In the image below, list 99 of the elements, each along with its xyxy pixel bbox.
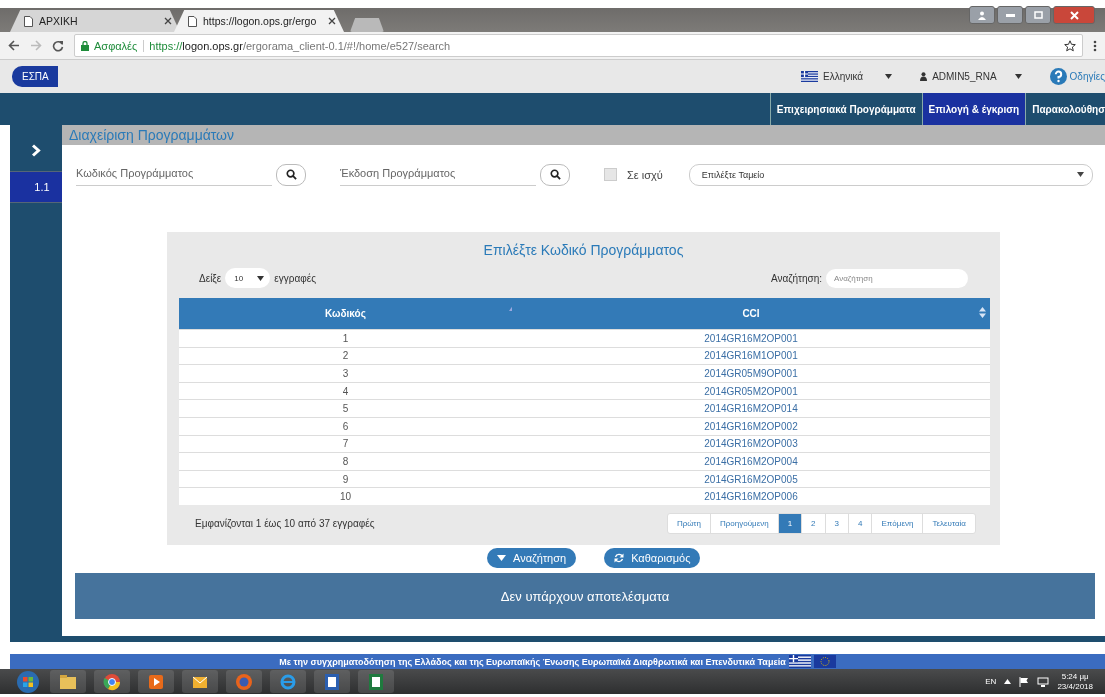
user-menu[interactable]: ADMIN5_RNA [932,71,997,82]
close-icon[interactable] [164,17,172,25]
user-icon [978,10,986,20]
footer-text: Με την συγχρηματοδότηση της Ελλάδος και της Ευρωπαϊκής Ένωσης Ευρωπαϊκά Διαρθρωτικά και Επενδυτικά Ταμεία [279,656,786,667]
refresh-icon [614,553,625,563]
back-icon[interactable] [8,40,20,51]
page-link[interactable]: Προηγούμενη [709,513,778,533]
caret-icon [1014,74,1022,79]
page-icon [188,15,197,27]
menu-icon[interactable] [1093,39,1097,52]
caret-icon [885,74,893,79]
table-cell: 1 [179,329,512,348]
entries-label: εγγραφές [274,272,316,284]
page-link[interactable]: Τελευταία [922,513,975,533]
table-cell: 7 [179,435,512,453]
table-cell: 3 [179,364,512,383]
clock-time[interactable]: 5:24 μμ [1061,671,1089,682]
language-indicator[interactable]: EN [985,677,997,686]
tray-arrow-icon[interactable] [1004,679,1012,684]
lock-icon [81,40,89,51]
search-icon [549,169,561,180]
search-button[interactable] [540,163,570,186]
column-header[interactable]: Κωδικός [179,298,512,330]
show-label: Δείξε [199,272,222,284]
page-icon [24,15,33,27]
maximize-button[interactable] [1025,6,1051,24]
table-cell: 6 [179,417,512,436]
table-cell: 8 [179,452,512,471]
flag-icon[interactable] [1019,676,1030,687]
table-cell: 5 [179,399,512,418]
table-cell: 2014GR05M2OP001 [512,382,990,400]
url-text: https://logon.ops.gr/ergorama_client-0.1/#!/home/e527/search [149,39,451,52]
table-cell: 10 [179,487,512,505]
user-icon [920,72,928,81]
program-version-field[interactable]: Έκδοση Προγράμματος [340,163,536,186]
maximize-icon [1033,11,1043,19]
sort-icon [979,307,986,318]
help-icon[interactable] [1049,68,1067,85]
secure-label: Ασφαλές [94,39,145,52]
browser-icon[interactable] [102,671,122,692]
minimize-icon [1005,13,1015,17]
column-header[interactable]: CCI [512,298,990,330]
table-cell: 2014GR16M2OP004 [512,452,990,471]
caret-icon [497,555,506,561]
checkbox-label: Σε ισχύ [627,168,663,181]
network-icon[interactable] [1037,676,1050,687]
page-link[interactable]: 1 [777,513,802,533]
caret-icon [1077,172,1084,177]
search-label: Αναζήτηση: [770,272,822,284]
search-icon [285,169,297,180]
table-cell: 2014GR16M1OP001 [512,347,990,365]
table-cell: 2014GR16M2OP003 [512,435,990,453]
close-icon [1069,10,1079,20]
flag-icon [788,655,811,668]
logo[interactable]: ΕΣΠΑ [12,66,58,87]
fund-select[interactable]: Επιλέξτε Ταμείο [688,163,1093,186]
page-size-select[interactable]: 10 [225,268,271,288]
page-link[interactable]: 4 [848,513,872,533]
clear-button[interactable]: Καθαρισμός [604,548,701,568]
browser-tab[interactable]: https://logon.ops.gr/ergo [174,10,344,32]
reload-icon[interactable] [52,39,64,52]
table-cell: 2014GR05M9OP001 [512,364,990,383]
program-code-field[interactable]: Κωδικός Προγράμματος [76,163,272,186]
flag-icon [813,655,836,668]
table-cell: 2014GR16M2OP014 [512,399,990,418]
user-button[interactable] [969,6,995,24]
caret-icon [257,275,265,281]
clock-date[interactable]: 23/4/2018 [1057,681,1093,692]
table-cell: 2 [179,347,512,365]
panel-title: Επιλέξτε Κωδικό Προγράμματος [483,242,684,258]
search-button[interactable] [276,163,306,186]
table-cell: 2014GR16M2OP002 [512,417,990,436]
checkbox[interactable] [604,168,617,181]
table-cell: 2014GR16M2OP005 [512,470,990,488]
page-link[interactable]: Πρώτη [667,513,710,533]
chevron-icon[interactable] [31,143,41,157]
search-button[interactable]: Αναζήτηση [487,548,577,568]
table-cell: 2014GR16M2OP001 [512,329,990,348]
table-search-field[interactable]: Αναζήτηση [826,268,968,288]
table-cell: 4 [179,382,512,400]
minimize-button[interactable] [997,6,1023,24]
start-button[interactable] [14,669,42,694]
page-title: Διαχείριση Προγραμμάτων [62,125,1105,145]
star-icon[interactable] [1064,39,1076,52]
table-cell: 9 [179,470,512,488]
nav-tab[interactable]: Επιλογή & έγκριση [921,93,1026,125]
sidebar-item[interactable]: 1.1 [10,171,62,203]
table-cell: 2014GR16M2OP006 [512,487,990,505]
page-link[interactable]: 2 [801,513,825,533]
language-selector[interactable]: Ελληνικά [823,71,864,82]
close-window-button[interactable] [1053,6,1095,24]
result-message: Δεν υπάρχουν αποτελέσματα [75,573,1095,619]
address-bar[interactable]: Ασφαλές https://logon.ops.gr/ergorama_client-0.1/#!/home/e527/search [74,34,1083,57]
page-link[interactable]: Επόμενη [871,513,923,533]
close-icon[interactable] [328,17,336,25]
page-link[interactable]: 3 [824,513,848,533]
table-info: Εμφανίζονται 1 έως 10 από 37 εγγραφές [195,517,375,529]
help-link[interactable]: Οδηγίες [1069,71,1105,82]
flag-icon [801,71,818,82]
